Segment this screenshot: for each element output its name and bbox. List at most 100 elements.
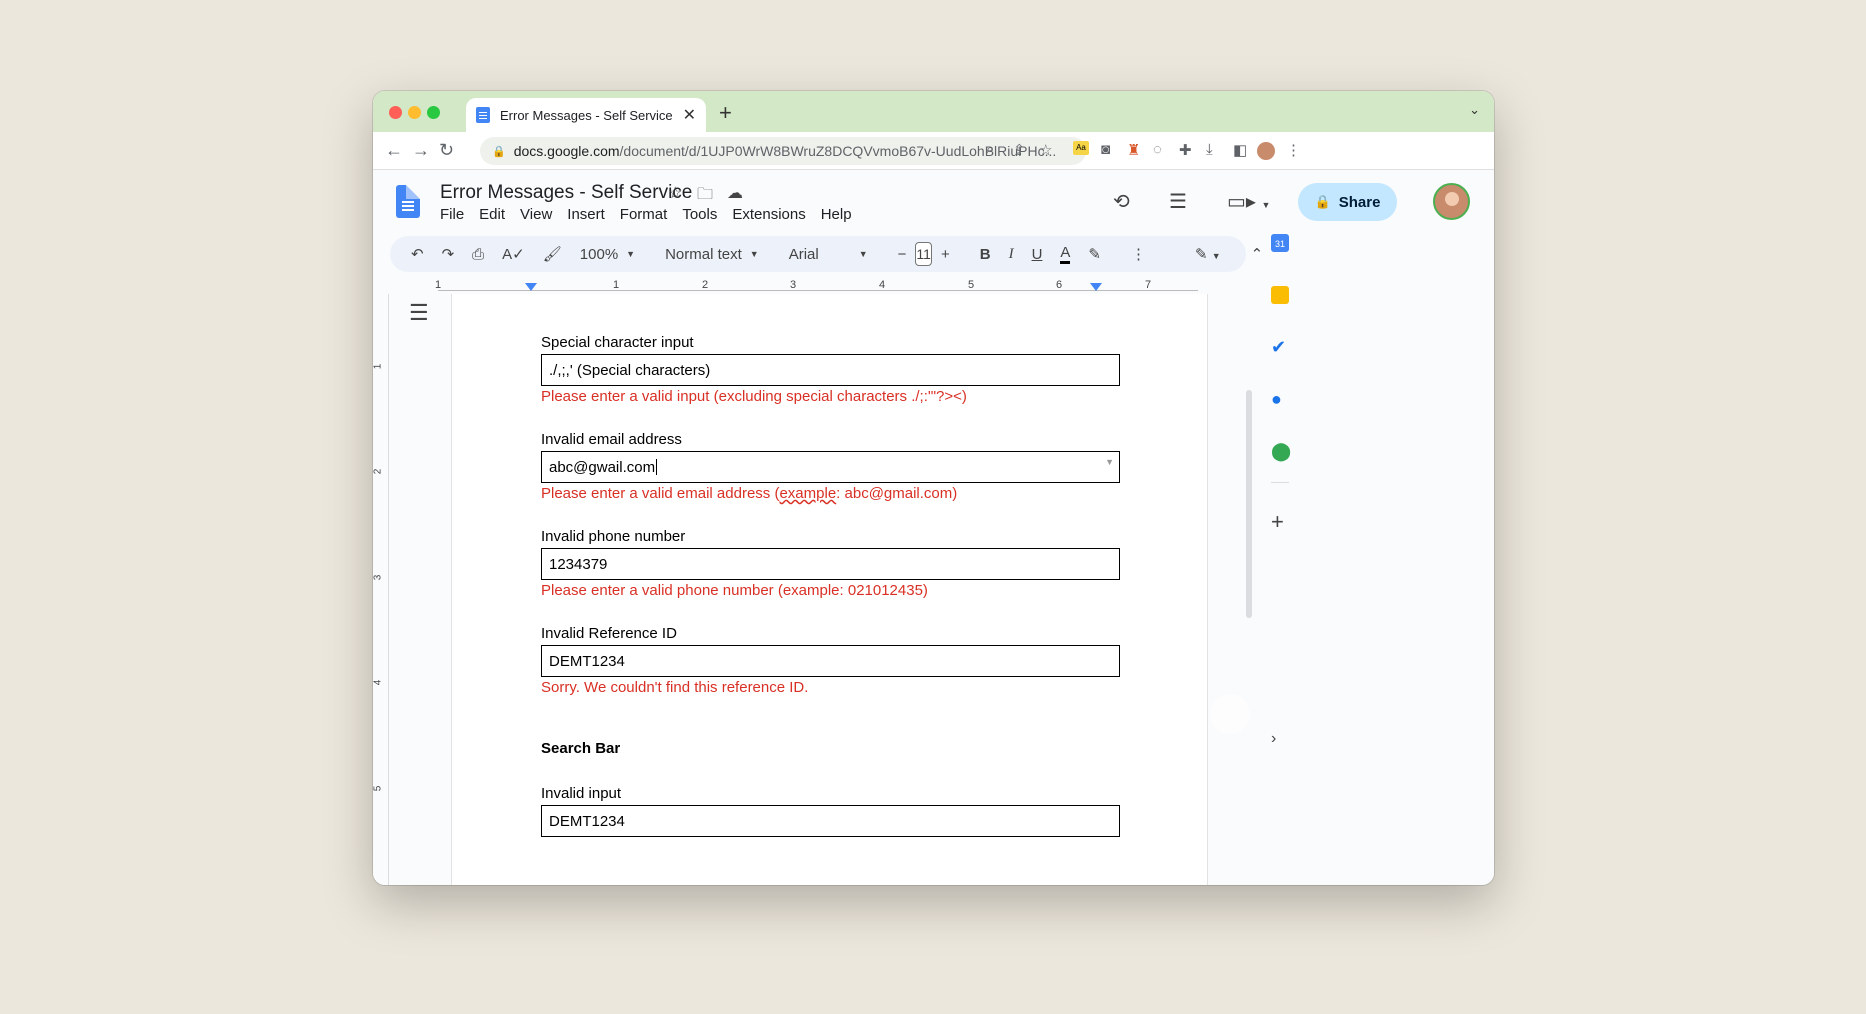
underline-icon[interactable]: U	[1032, 246, 1043, 263]
right-indent-marker[interactable]	[1090, 283, 1102, 291]
editing-mode-icon[interactable]: ✎ ▼	[1195, 245, 1221, 263]
maps-icon[interactable]: ⬤	[1271, 442, 1291, 460]
field-box[interactable]: 1234379	[541, 548, 1120, 580]
dropdown-chevron-icon[interactable]: ▼	[1105, 457, 1114, 467]
error-message: Please enter a valid phone number (examp…	[541, 582, 928, 599]
camera-extension-icon[interactable]: ◙	[1101, 141, 1110, 158]
ruler-label: 6	[1056, 279, 1063, 291]
contacts-icon[interactable]: ●	[1271, 390, 1289, 408]
error-text: : abc@gmail.com)	[836, 485, 958, 502]
share-label: Share	[1338, 193, 1381, 211]
maximize-window-button[interactable]	[427, 106, 440, 119]
lock-icon: 🔒	[1314, 194, 1331, 209]
browser-menu-icon[interactable]: ⋮	[1286, 141, 1301, 159]
meet-camera-icon[interactable]: ▭▸ ▼	[1227, 189, 1270, 214]
chevron-down-icon: ▼	[626, 249, 636, 259]
menu-help[interactable]: Help	[821, 206, 852, 223]
extensions-puzzle-icon[interactable]: ✚	[1179, 141, 1192, 159]
zoom-icon[interactable]: ⌕	[986, 141, 994, 158]
highlight-icon[interactable]: ✎	[1088, 245, 1101, 263]
font-size-input[interactable]: 11	[915, 242, 932, 266]
increase-font-size-icon[interactable]: +	[941, 246, 950, 263]
calendar-icon[interactable]: 31	[1271, 234, 1289, 252]
tab-close-icon[interactable]: ✕	[683, 105, 696, 125]
keep-icon[interactable]	[1271, 286, 1289, 304]
bookmark-star-icon[interactable]: ☆	[1039, 141, 1052, 159]
field-box[interactable]: DEMT1234	[541, 805, 1120, 837]
show-side-panel-icon[interactable]: ›	[1271, 730, 1289, 748]
paint-format-icon[interactable]: 🖌	[543, 245, 562, 263]
ruler-label: 1	[613, 279, 620, 291]
print-icon[interactable]: ⎙	[472, 246, 484, 263]
field-box[interactable]: ./,;,' (Special characters)	[541, 354, 1120, 386]
share-button[interactable]: 🔒 Share	[1298, 183, 1397, 221]
profile-avatar[interactable]	[1257, 142, 1275, 160]
collapse-menus-icon[interactable]: ⌃	[1251, 245, 1264, 263]
menu-format[interactable]: Format	[620, 206, 668, 223]
document-outline-icon[interactable]: ☰	[409, 300, 429, 326]
field-label: Invalid Reference ID	[541, 625, 677, 642]
error-message: Please enter a valid input (excluding sp…	[541, 388, 967, 405]
tab-search-chevron-icon[interactable]: ⌄	[1469, 102, 1480, 118]
menu-extensions[interactable]: Extensions	[732, 206, 805, 223]
reload-icon[interactable]: ↻	[439, 140, 454, 161]
tasks-icon[interactable]: ✔	[1271, 338, 1289, 356]
zoom-select[interactable]: 100% ▼	[580, 246, 635, 263]
font-select[interactable]: Arial ▼	[789, 246, 868, 263]
more-options-icon[interactable]: ⋮	[1131, 245, 1146, 263]
share-page-icon[interactable]: ⇪	[1013, 141, 1026, 159]
menu-file[interactable]: File	[440, 206, 464, 223]
ruler-label: 2	[373, 468, 384, 475]
browser-tab[interactable]: Error Messages - Self Service ✕	[466, 98, 706, 132]
bold-icon[interactable]: B	[980, 246, 991, 263]
redo-icon[interactable]: ↷	[442, 245, 455, 263]
menu-view[interactable]: View	[520, 206, 552, 223]
ruler-label: 4	[373, 679, 384, 686]
add-addon-icon[interactable]: +	[1271, 511, 1289, 533]
field-label: Invalid phone number	[541, 528, 686, 545]
close-window-button[interactable]	[389, 106, 402, 119]
floating-action-button[interactable]	[1210, 694, 1250, 734]
document-content: Special character input ./,;,' (Special …	[541, 334, 1121, 837]
field-value: abc@gwail.com	[549, 458, 656, 476]
paragraph-style-select[interactable]: Normal text ▼	[665, 246, 759, 263]
download-icon[interactable]: ⤓	[1206, 141, 1213, 158]
menu-tools[interactable]: Tools	[682, 206, 717, 223]
star-icon[interactable]: ☆	[668, 183, 682, 203]
cloud-status-icon[interactable]: ☁	[727, 183, 743, 203]
field-box[interactable]: DEMT1234	[541, 645, 1120, 677]
text-color-icon[interactable]: A	[1060, 244, 1071, 264]
font-value: Arial	[788, 245, 819, 263]
field-value: DEMT1234	[549, 812, 625, 830]
left-indent-marker[interactable]	[525, 283, 537, 291]
new-tab-button[interactable]: +	[719, 100, 732, 126]
undo-icon[interactable]: ↶	[411, 245, 424, 263]
forward-arrow-icon[interactable]: →	[412, 140, 430, 161]
chevron-down-icon: ▼	[858, 249, 868, 259]
menu-insert[interactable]: Insert	[567, 206, 605, 223]
extension-clock-icon[interactable]: ◌	[1153, 141, 1162, 158]
italic-icon[interactable]: I	[1009, 246, 1014, 263]
side-panel-icon[interactable]: ◧	[1233, 141, 1247, 159]
field-label: Special character input	[541, 334, 694, 351]
back-arrow-icon[interactable]: ←	[385, 140, 403, 161]
decrease-font-size-icon[interactable]: −	[898, 246, 907, 263]
dictionary-extension-icon[interactable]: Aa	[1073, 141, 1089, 155]
minimize-window-button[interactable]	[408, 106, 421, 119]
docs-logo-icon[interactable]	[396, 185, 420, 218]
spellcheck-underlined-word[interactable]: example	[779, 485, 836, 502]
version-history-icon[interactable]: ⟲	[1113, 189, 1130, 214]
field-box[interactable]: abc@gwail.com ▼	[541, 451, 1120, 483]
document-title[interactable]: Error Messages - Self Service	[440, 182, 692, 204]
url-field[interactable]: 🔒 docs.google.com/document/d/1UJP0WrW8BW…	[480, 137, 1086, 165]
account-avatar[interactable]	[1433, 183, 1470, 220]
document-page[interactable]: Special character input ./,;,' (Special …	[451, 294, 1208, 885]
spellcheck-icon[interactable]: A✓	[502, 245, 525, 263]
ruler-label: 2	[702, 279, 709, 291]
error-text: Please enter a valid email address (	[541, 485, 780, 502]
menu-edit[interactable]: Edit	[479, 206, 505, 223]
comments-icon[interactable]: ☰	[1169, 189, 1187, 214]
scrollbar[interactable]	[1246, 390, 1252, 618]
extension-icon[interactable]: ♜	[1127, 141, 1140, 159]
error-message: Sorry. We couldn't find this reference I…	[541, 679, 809, 696]
